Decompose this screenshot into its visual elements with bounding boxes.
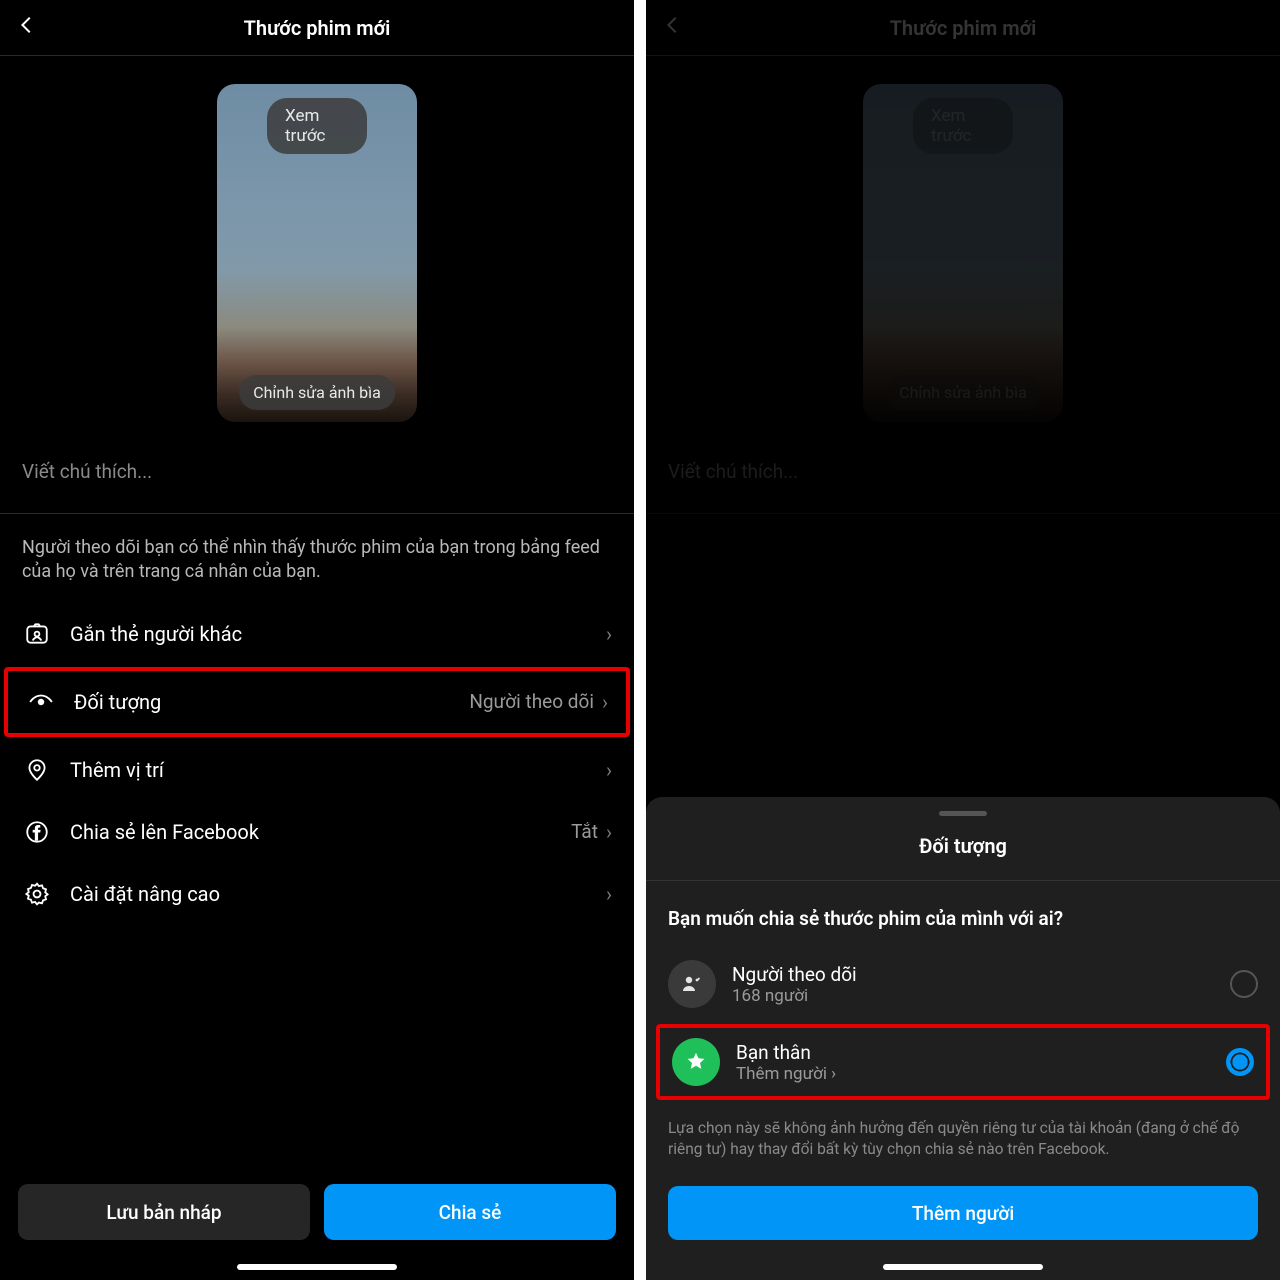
- sheet-info-text: Lựa chọn này sẽ không ảnh hưởng đến quyề…: [646, 1104, 1280, 1186]
- sheet-title: Đối tượng: [646, 834, 1280, 881]
- visibility-info: Người theo dõi bạn có thể nhìn thấy thướ…: [0, 514, 634, 603]
- bottom-actions: Lưu bản nháp Chia sẻ: [0, 1184, 634, 1240]
- row-advanced-settings[interactable]: Cài đặt nâng cao ›: [0, 863, 634, 925]
- preview-button[interactable]: Xem trước: [267, 98, 367, 154]
- facebook-icon: [22, 817, 52, 847]
- option-close-friends[interactable]: Bạn thân Thêm người›: [656, 1024, 1270, 1100]
- edit-cover-button[interactable]: Chỉnh sửa ảnh bìa: [239, 375, 395, 410]
- eye-icon: [26, 687, 56, 717]
- row-label: Đối tượng: [74, 690, 469, 714]
- back-icon[interactable]: [16, 14, 38, 42]
- radio-selected[interactable]: [1226, 1048, 1254, 1076]
- row-tag-people[interactable]: Gắn thẻ người khác ›: [0, 603, 634, 665]
- audience-bottom-sheet: Đối tượng Bạn muốn chia sẻ thước phim củ…: [646, 797, 1280, 1280]
- screen-right-audience-sheet: Thước phim mới Xem trước Chỉnh sửa ảnh b…: [646, 0, 1280, 1280]
- chevron-right-icon: ›: [606, 622, 612, 646]
- home-indicator[interactable]: [237, 1264, 397, 1270]
- header: Thước phim mới: [0, 0, 634, 56]
- page-title: Thước phim mới: [244, 16, 391, 40]
- option-title: Người theo dõi: [732, 963, 1230, 986]
- chevron-right-icon: ›: [606, 758, 612, 782]
- row-label: Chia sẻ lên Facebook: [70, 820, 571, 844]
- row-share-facebook[interactable]: Chia sẻ lên Facebook Tắt ›: [0, 801, 634, 863]
- cover-preview-area: Xem trước Chỉnh sửa ảnh bìa: [0, 56, 634, 442]
- add-people-button[interactable]: Thêm người: [668, 1186, 1258, 1240]
- option-title: Bạn thân: [736, 1041, 1226, 1064]
- chevron-right-icon: ›: [606, 820, 612, 844]
- chevron-right-icon: ›: [606, 882, 612, 906]
- gear-icon: [22, 879, 52, 909]
- cover-thumbnail[interactable]: Xem trước Chỉnh sửa ảnh bìa: [217, 84, 417, 422]
- save-draft-button[interactable]: Lưu bản nháp: [18, 1184, 310, 1240]
- chevron-right-icon: ›: [602, 690, 608, 714]
- star-icon: [672, 1038, 720, 1086]
- row-value: Tắt: [571, 820, 598, 843]
- option-followers[interactable]: Người theo dõi 168 người: [646, 948, 1280, 1020]
- option-subtitle: 168 người: [732, 986, 1230, 1006]
- row-value: Người theo dõi: [469, 690, 594, 713]
- row-audience[interactable]: Đối tượng Người theo dõi ›: [4, 667, 630, 737]
- location-icon: [22, 755, 52, 785]
- option-subtitle-link[interactable]: Thêm người›: [736, 1064, 1226, 1084]
- row-label: Cài đặt nâng cao: [70, 882, 606, 906]
- sheet-grabber[interactable]: [939, 811, 987, 816]
- radio-unselected[interactable]: [1230, 970, 1258, 998]
- tag-person-icon: [22, 619, 52, 649]
- share-button[interactable]: Chia sẻ: [324, 1184, 616, 1240]
- chevron-right-icon: ›: [831, 1064, 836, 1084]
- row-label: Thêm vị trí: [70, 758, 606, 782]
- home-indicator[interactable]: [883, 1264, 1043, 1270]
- row-label: Gắn thẻ người khác: [70, 622, 606, 646]
- sheet-question: Bạn muốn chia sẻ thước phim của mình với…: [646, 881, 1280, 948]
- caption-input[interactable]: Viết chú thích...: [0, 442, 634, 514]
- followers-icon: [668, 960, 716, 1008]
- screen-left-new-reel: Thước phim mới Xem trước Chỉnh sửa ảnh b…: [0, 0, 634, 1280]
- row-add-location[interactable]: Thêm vị trí ›: [0, 739, 634, 801]
